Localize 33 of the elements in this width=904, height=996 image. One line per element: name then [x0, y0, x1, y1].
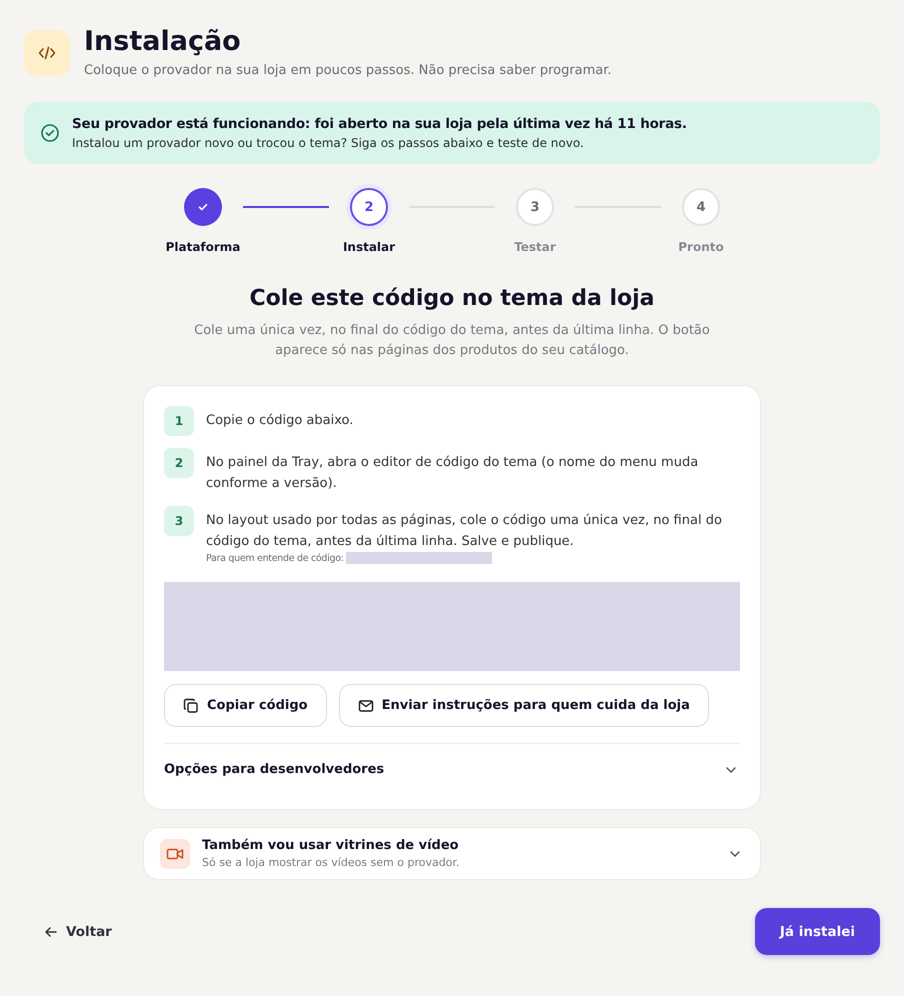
step-label: Pronto — [678, 240, 724, 254]
video-option-toggle[interactable]: Também vou usar vitrines de vídeo Só se a loja mostrar os vídeos sem o provador. — [143, 827, 761, 880]
copy-icon — [183, 698, 199, 714]
instruction-text: Copie o código abaixo. — [206, 412, 354, 430]
video-camera-icon — [160, 838, 190, 868]
developer-options-toggle[interactable]: Opções para desenvolvedores — [164, 743, 740, 791]
back-button[interactable]: Voltar — [44, 920, 112, 944]
action-button[interactable]: Copiar código — [164, 684, 327, 727]
code-icon — [24, 30, 70, 76]
step-number: 3 — [164, 506, 194, 536]
step-number: 1 — [164, 406, 194, 436]
video-option-title: Também vou usar vitrines de vídeo — [202, 838, 460, 853]
instruction-text: No layout usado por todas as páginas, cole o código uma única vez, no final do código do tema, antes da última linha. Salve e publique. — [206, 512, 723, 551]
step-label: Plataforma — [166, 240, 240, 254]
banner-title: Seu provador está funcionando: foi aberto na sua loja pela última vez há 11 horas. — [72, 116, 687, 132]
action-button[interactable]: Enviar instruções para quem cuida da loja — [338, 684, 709, 727]
page-subtitle: Coloque o provador na sua loja em poucos passos. Não precisa saber programar. — [84, 63, 612, 78]
step-indicator: 3 — [516, 188, 554, 226]
step-label: Testar — [514, 240, 556, 254]
section-title: Cole este código no tema da loja — [248, 286, 656, 311]
instruction-text: No painel da Tray, abra o editor de código do tema (o nome do menu muda conforme a versão). — [206, 454, 700, 493]
video-option-text: Só se a loja mostrar os vídeos sem o provador. — [202, 856, 460, 869]
step-label: Instalar — [342, 240, 396, 254]
step-indicator: 4 — [682, 188, 720, 226]
page-title: Instalação — [84, 26, 242, 58]
installed-button[interactable]: Já instalei — [754, 908, 880, 955]
step-number: 2 — [164, 448, 194, 478]
check-circle-icon — [40, 123, 60, 143]
developer-note: Para quem entende de código: — [206, 552, 344, 564]
mail-icon — [358, 698, 374, 714]
section-description: Cole uma única vez, no final do código do tema, antes da última linha. O botão aparece só nas páginas dos produtos do seu catálogo. — [193, 322, 711, 360]
banner-text: Instalou um provador novo ou trocou o tema? Siga os passos abaixo e teste de novo. — [72, 136, 585, 150]
arrow-left-icon — [44, 924, 58, 938]
